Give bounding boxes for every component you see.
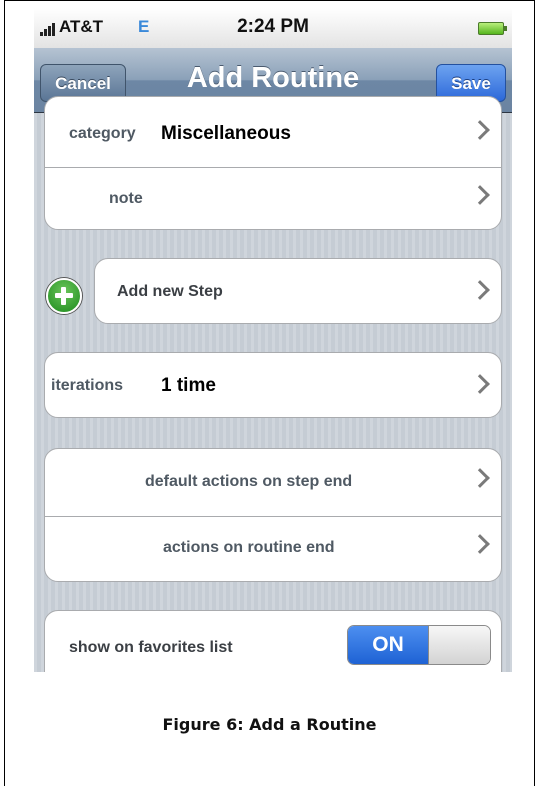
routine-end-actions-row[interactable]: actions on routine end: [45, 516, 501, 581]
category-label: category: [69, 125, 136, 142]
status-bar: AT&T E 2:24 PM: [34, 8, 512, 48]
chevron-right-icon: [470, 120, 490, 140]
toggle-on-label: ON: [348, 626, 428, 664]
chevron-right-icon: [470, 280, 490, 300]
battery-icon: [478, 22, 507, 35]
add-step-label: Add new Step: [117, 283, 223, 300]
default-step-end-actions-row[interactable]: default actions on step end: [45, 451, 501, 515]
show-on-favorites-label: show on favorites list: [69, 639, 233, 656]
iterations-value: 1 time: [161, 375, 216, 396]
chevron-right-icon: [470, 468, 490, 488]
chevron-right-icon: [470, 374, 490, 394]
details-group: category Miscellaneous note: [44, 96, 502, 230]
add-step-plus-icon[interactable]: [46, 278, 82, 314]
category-row[interactable]: category Miscellaneous: [45, 103, 501, 167]
phone-screen: AT&T E 2:24 PM Cancel Add Routine Save c…: [34, 8, 512, 672]
routine-end-actions-label: actions on routine end: [163, 539, 335, 556]
iterations-label: iterations: [51, 377, 124, 394]
actions-group: default actions on step end actions on r…: [44, 448, 502, 582]
add-step-group[interactable]: Add new Step: [94, 258, 502, 324]
favorites-group: show on favorites list ON: [44, 610, 502, 672]
note-label: note: [109, 190, 143, 207]
default-step-end-actions-label: default actions on step end: [145, 473, 353, 490]
chevron-right-icon: [470, 534, 490, 554]
category-value: Miscellaneous: [161, 123, 291, 144]
chevron-right-icon: [470, 185, 490, 205]
figure-caption: Figure 6: Add a Routine: [162, 715, 377, 734]
iterations-group[interactable]: iterations 1 time: [44, 352, 502, 418]
status-time: 2:24 PM: [237, 16, 309, 37]
note-row[interactable]: note: [45, 167, 501, 229]
toggle-knob[interactable]: [428, 626, 490, 664]
favorites-toggle-switch[interactable]: ON: [347, 625, 491, 665]
